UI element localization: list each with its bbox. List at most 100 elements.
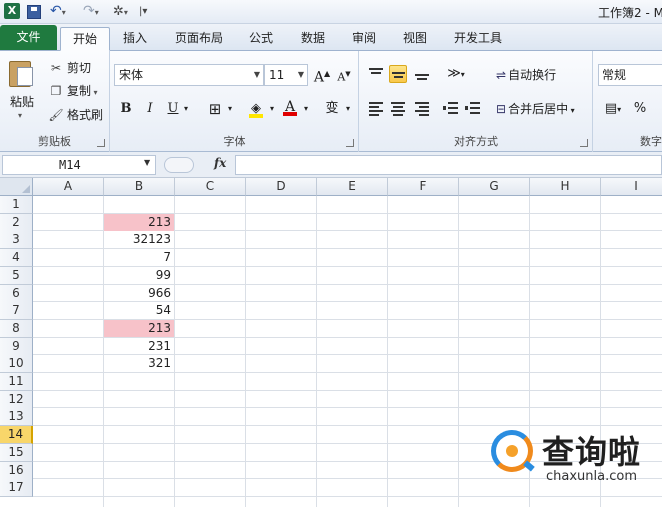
font-color-dropdown-icon[interactable]: ▾: [301, 99, 311, 119]
column-header-b[interactable]: B: [104, 178, 175, 196]
font-launcher-icon[interactable]: [346, 139, 354, 147]
row-header-9[interactable]: 9: [0, 337, 33, 356]
borders-icon[interactable]: ⊞: [206, 99, 224, 119]
paste-button[interactable]: 粘贴: [10, 93, 34, 110]
align-center-icon[interactable]: [389, 99, 407, 117]
save-icon[interactable]: [27, 5, 41, 19]
fill-color-dropdown-icon[interactable]: ▾: [267, 99, 277, 119]
borders-dropdown-icon[interactable]: ▾: [225, 99, 235, 119]
row-header-13[interactable]: 13: [0, 408, 33, 427]
orientation-icon[interactable]: ≫▾: [444, 64, 468, 84]
italic-button[interactable]: I: [141, 99, 159, 119]
number-format-select[interactable]: 常规: [598, 64, 662, 86]
tab-view[interactable]: 视图: [394, 27, 436, 50]
scissors-icon: ✂: [50, 61, 62, 75]
name-box[interactable]: M14: [2, 155, 156, 175]
tab-page-layout[interactable]: 页面布局: [166, 27, 232, 50]
redo-icon[interactable]: ↷▾: [83, 3, 99, 20]
align-right-icon[interactable]: [413, 99, 431, 117]
row-header-2[interactable]: 2: [0, 213, 33, 232]
font-name-select[interactable]: 宋体 ▼: [114, 64, 264, 86]
column-header-h[interactable]: H: [530, 178, 601, 196]
alignment-launcher-icon[interactable]: [580, 139, 588, 147]
row-header-12[interactable]: 12: [0, 390, 33, 409]
shrink-font-button[interactable]: A▼: [335, 64, 353, 84]
cell-b6[interactable]: 966: [104, 285, 174, 302]
row-header-11[interactable]: 11: [0, 373, 33, 391]
clipboard-launcher-icon[interactable]: [97, 139, 105, 147]
accounting-format-icon[interactable]: ▤▾: [598, 99, 628, 119]
phonetic-dropdown-icon[interactable]: ▾: [343, 99, 353, 119]
watermark-logo: 查询啦 chaxunla.com: [486, 423, 662, 507]
column-header-f[interactable]: F: [388, 178, 459, 196]
align-middle-icon[interactable]: [389, 65, 407, 83]
cell-b5[interactable]: 99: [104, 267, 174, 284]
cell-b8[interactable]: 213: [104, 319, 174, 337]
insert-function-icon[interactable]: fx: [214, 156, 226, 170]
tab-insert[interactable]: 插入: [113, 27, 157, 50]
cut-button[interactable]: ✂ 剪切: [48, 59, 91, 77]
grow-font-button[interactable]: A▲: [313, 64, 331, 86]
row-header-4[interactable]: 4: [0, 249, 33, 268]
cell-b7[interactable]: 54: [104, 302, 174, 319]
wrap-text-button[interactable]: ⇌ 自动换行: [496, 66, 556, 83]
fill-color-icon[interactable]: ◈: [247, 99, 265, 119]
font-color-button[interactable]: A: [281, 97, 299, 117]
row-header-6[interactable]: 6: [0, 284, 33, 303]
formula-bar-splitter[interactable]: [164, 157, 194, 173]
cell-b3[interactable]: 32123: [104, 231, 174, 248]
increase-indent-icon[interactable]: [464, 99, 482, 117]
align-left-icon[interactable]: [367, 99, 385, 117]
cell-b4[interactable]: 7: [104, 249, 174, 266]
merge-center-button[interactable]: ⊟ 合并后居中 ▾: [496, 100, 575, 117]
align-bottom-icon[interactable]: [413, 65, 431, 83]
cell-b10[interactable]: 321: [104, 355, 174, 372]
row-header-7[interactable]: 7: [0, 302, 33, 321]
quick-access-dropdown-icon[interactable]: |▾: [139, 3, 147, 20]
watermark-title: 查询啦: [542, 433, 642, 471]
percent-button[interactable]: %: [632, 99, 648, 119]
select-all-button[interactable]: [0, 178, 33, 196]
bold-button[interactable]: B: [117, 99, 135, 119]
column-header-g[interactable]: G: [459, 178, 530, 196]
underline-dropdown-icon[interactable]: ▾: [181, 99, 191, 119]
row-header-15[interactable]: 15: [0, 443, 33, 462]
paste-dropdown-icon[interactable]: ▾: [18, 111, 22, 120]
paste-icon[interactable]: [9, 57, 35, 87]
underline-button[interactable]: U: [164, 99, 182, 119]
tab-file[interactable]: 文件: [0, 25, 57, 50]
cell-b2[interactable]: 213: [104, 213, 174, 231]
row-header-10[interactable]: 10: [0, 355, 33, 374]
row-header-5[interactable]: 5: [0, 266, 33, 285]
row-header-3[interactable]: 3: [0, 231, 33, 250]
tab-formulas[interactable]: 公式: [240, 27, 282, 50]
customize-tool-icon[interactable]: ✲▾: [113, 3, 128, 20]
excel-app-icon[interactable]: X: [4, 3, 20, 19]
tab-developer[interactable]: 开发工具: [446, 27, 510, 50]
row-header-14[interactable]: 14: [0, 426, 33, 445]
merge-cells-icon: ⊟: [496, 102, 507, 116]
phonetic-guide-button[interactable]: 变: [323, 99, 341, 119]
align-top-icon[interactable]: [367, 65, 385, 83]
column-header-a[interactable]: A: [33, 178, 104, 196]
name-box-dropdown-icon[interactable]: ▼: [144, 158, 150, 167]
tab-data[interactable]: 数据: [292, 27, 334, 50]
column-header-c[interactable]: C: [175, 178, 246, 196]
cell-b9[interactable]: 231: [104, 338, 174, 355]
tab-review[interactable]: 审阅: [343, 27, 385, 50]
font-size-select[interactable]: 11 ▼: [264, 64, 308, 86]
chevron-down-icon: ▼: [297, 70, 304, 79]
row-header-16[interactable]: 16: [0, 461, 33, 480]
formula-input[interactable]: [235, 155, 662, 175]
format-painter-button[interactable]: 🖌 格式刷: [48, 106, 103, 124]
column-header-i[interactable]: I: [601, 178, 662, 196]
tab-home[interactable]: 开始: [60, 27, 110, 51]
row-header-1[interactable]: 1: [0, 196, 33, 214]
column-header-e[interactable]: E: [317, 178, 388, 196]
column-header-d[interactable]: D: [246, 178, 317, 196]
row-header-8[interactable]: 8: [0, 319, 33, 338]
copy-button[interactable]: ❐ 复制 ▾: [48, 82, 98, 100]
row-header-17[interactable]: 17: [0, 479, 33, 498]
undo-icon[interactable]: ↶▾: [50, 3, 66, 20]
decrease-indent-icon[interactable]: [442, 99, 460, 117]
